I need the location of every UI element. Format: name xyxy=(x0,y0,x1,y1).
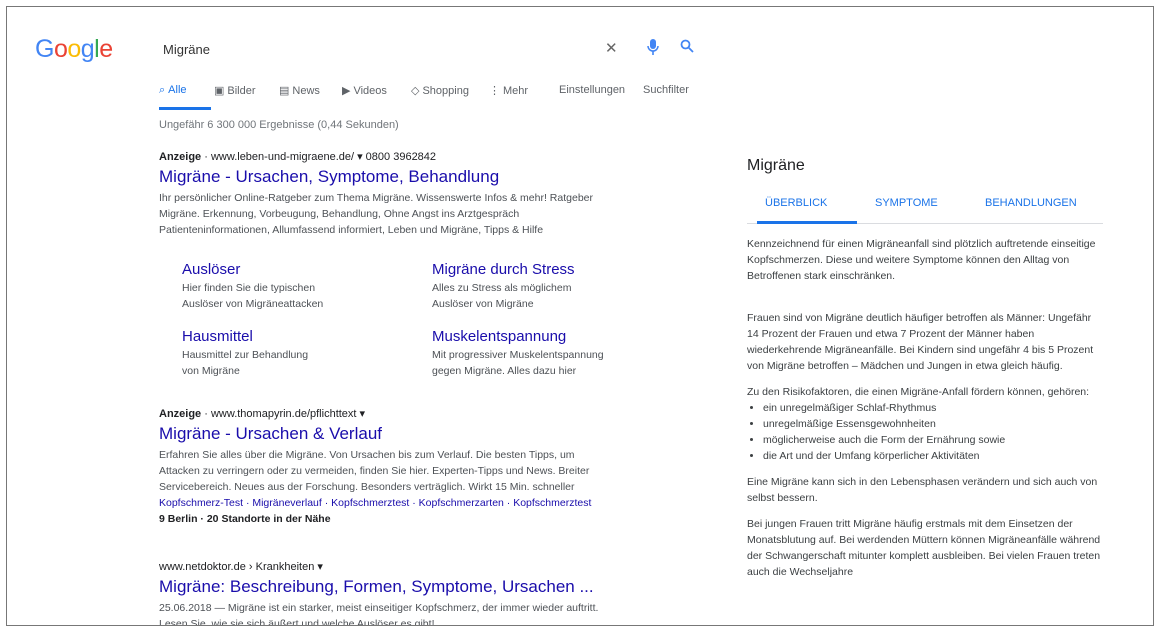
search-box[interactable]: Migräne ✕ xyxy=(157,35,707,65)
search-icon: ⌕ xyxy=(159,84,166,96)
tab-alle[interactable]: ⌕ Alle xyxy=(159,84,187,97)
search-icon[interactable] xyxy=(680,39,694,57)
google-logo[interactable]: Google xyxy=(35,35,113,64)
list-item: möglicherweise auch die Form der Ernähru… xyxy=(763,432,1103,448)
panel-paragraph: Frauen sind von Migräne deutlich häufige… xyxy=(747,312,1094,372)
video-icon: ▶ xyxy=(342,85,351,97)
knowledge-panel-title: Migräne xyxy=(747,157,805,174)
tab-einstellungen[interactable]: Einstellungen xyxy=(559,84,625,96)
ad-label: Anzeige xyxy=(159,408,202,420)
organic-result: www.netdoktor.de › Krankheiten ▾ Migräne… xyxy=(159,560,649,626)
sitelink-desc: Hier finden Sie die typischen Auslöser vo… xyxy=(182,282,324,310)
tab-divider xyxy=(747,221,1103,224)
tab-videos[interactable]: ▶ Videos xyxy=(342,84,387,97)
panel-paragraph: Bei jungen Frauen tritt Migräne häufig e… xyxy=(747,518,1101,578)
sitelink-title[interactable]: Hausmittel xyxy=(182,328,402,345)
tab-bilder[interactable]: ▣ Bilder xyxy=(214,84,256,97)
mic-icon[interactable] xyxy=(647,39,659,59)
image-icon: ▣ xyxy=(214,85,225,97)
knowledge-panel: Migräne ÜBERBLICK SYMPTOME BEHANDLUNGEN … xyxy=(747,157,1103,580)
ad-result: Anzeige · www.thomapyrin.de/pflichttext … xyxy=(159,407,649,527)
result-snippet: Ihr persönlicher Online-Ratgeber zum The… xyxy=(159,192,593,236)
result-url[interactable]: · www.thomapyrin.de/pflichttext ▾ xyxy=(204,408,365,420)
news-icon: ▤ xyxy=(279,85,290,97)
result-url-line: Anzeige · www.thomapyrin.de/pflichttext … xyxy=(159,407,649,420)
panel-paragraph: Zu den Risikofaktoren, die einen Migräne… xyxy=(747,386,1090,398)
result-title[interactable]: Migräne - Ursachen, Symptome, Behandlung xyxy=(159,167,649,187)
risk-factor-list: ein unregelmäßiger Schlaf-Rhythmus unreg… xyxy=(747,400,1103,464)
result-title[interactable]: Migräne - Ursachen & Verlauf xyxy=(159,424,649,444)
more-icon: ⋮ xyxy=(489,85,500,97)
result-url[interactable]: www.netdoktor.de › Krankheiten ▾ xyxy=(159,560,649,573)
tab-suchfilter[interactable]: Suchfilter xyxy=(643,84,689,96)
knowledge-panel-tabs: ÜBERBLICK SYMPTOME BEHANDLUNGEN xyxy=(747,197,1103,219)
result-snippet: Erfahren Sie alles über die Migräne. Von… xyxy=(159,447,649,527)
location-line[interactable]: 9 Berlin · 20 Standorte in der Nähe xyxy=(159,511,649,527)
search-input[interactable]: Migräne xyxy=(163,42,210,57)
sitelink-title[interactable]: Muskelentspannung xyxy=(432,328,652,345)
tab-ueberblick[interactable]: ÜBERBLICK xyxy=(765,197,827,209)
sitelink[interactable]: Migräne durch Stress Alles zu Stress als… xyxy=(432,261,652,312)
ad-label: Anzeige xyxy=(159,151,202,163)
result-snippet: 25.06.2018 — Migräne ist ein starker, me… xyxy=(159,602,599,626)
list-item: die Art und der Umfang körperlicher Akti… xyxy=(763,448,1103,464)
result-url-line: Anzeige · www.leben-und-migraene.de/ ▾ 0… xyxy=(159,150,649,163)
sitelink-desc: Hausmittel zur Behandlung von Migräne xyxy=(182,349,309,377)
result-url[interactable]: · www.leben-und-migraene.de/ ▾ 0800 3962… xyxy=(204,151,436,163)
active-tab-indicator xyxy=(159,107,211,110)
sitelink[interactable]: Hausmittel Hausmittel zur Behandlung von … xyxy=(182,328,402,379)
result-links[interactable]: Kopfschmerz-Test · Migräneverlauf · Kopf… xyxy=(159,495,649,511)
sitelink-title[interactable]: Migräne durch Stress xyxy=(432,261,652,278)
tab-shopping[interactable]: ◇ Shopping xyxy=(411,84,469,97)
tab-behandlungen[interactable]: BEHANDLUNGEN xyxy=(985,197,1077,209)
sitelink[interactable]: Auslöser Hier finden Sie die typischen Au… xyxy=(182,261,402,312)
close-icon[interactable]: ✕ xyxy=(605,39,618,57)
panel-paragraph: Kennzeichnend für einen Migräneanfall si… xyxy=(747,238,1096,282)
sitelink[interactable]: Muskelentspannung Mit progressiver Muske… xyxy=(432,328,652,379)
list-item: ein unregelmäßiger Schlaf-Rhythmus xyxy=(763,400,1103,416)
active-tab-indicator xyxy=(757,221,857,224)
sitelink-title[interactable]: Auslöser xyxy=(182,261,402,278)
browser-page: Google Migräne ✕ ⌕ Alle ▣ Bilder ▤ News ▶ Vi… xyxy=(6,6,1154,626)
shopping-icon: ◇ xyxy=(411,85,420,97)
panel-paragraph: Eine Migräne kann sich in den Lebensphas… xyxy=(747,476,1098,504)
sitelink-desc: Alles zu Stress als möglichem Auslöser vo… xyxy=(432,282,572,310)
sitelink-desc: Mit progressiver Muskelentspannung gegen … xyxy=(432,349,604,377)
tab-symptome[interactable]: SYMPTOME xyxy=(875,197,938,209)
result-stats: Ungefähr 6 300 000 Ergebnisse (0,44 Seku… xyxy=(159,119,399,131)
list-item: unregelmäßige Essensgewohnheiten xyxy=(763,416,1103,432)
result-title[interactable]: Migräne: Beschreibung, Formen, Symptome,… xyxy=(159,577,649,597)
tab-mehr[interactable]: ⋮ Mehr xyxy=(489,84,528,97)
tab-news[interactable]: ▤ News xyxy=(279,84,320,97)
ad-result: Anzeige · www.leben-und-migraene.de/ ▾ 0… xyxy=(159,150,649,238)
